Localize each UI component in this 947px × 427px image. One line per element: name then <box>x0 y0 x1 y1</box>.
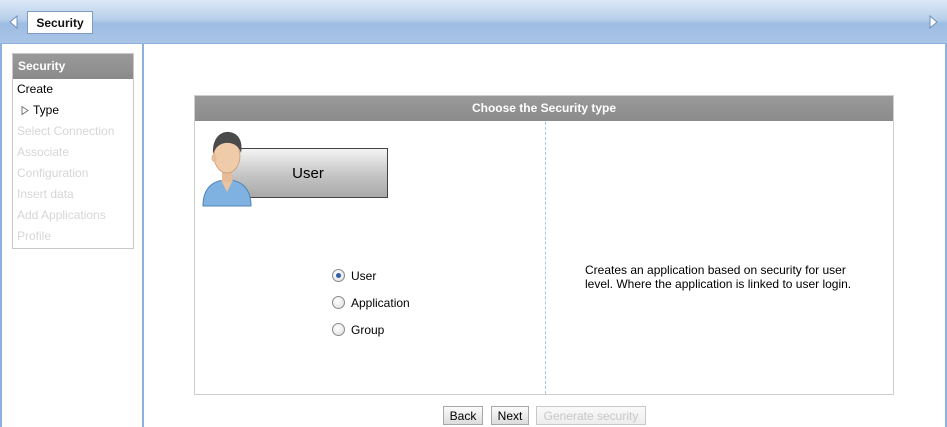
user-avatar-icon <box>202 131 252 207</box>
chevron-right-icon[interactable] <box>928 14 940 30</box>
sidebar-item-associate: Associate <box>17 145 70 159</box>
radio-label-application: Application <box>351 295 410 310</box>
radio-label-group: Group <box>351 322 385 337</box>
radio-button-checked[interactable] <box>332 269 345 282</box>
page-title: Security <box>36 15 84 30</box>
sidebar-item-insert-data: Insert data <box>17 187 74 201</box>
panel-title: Choose the Security type <box>195 96 893 121</box>
security-type-options: User Application Group <box>332 262 410 343</box>
radio-group[interactable]: Group <box>332 316 410 343</box>
sidebar-item-configuration: Configuration <box>17 166 89 180</box>
sidebar-item-select-connection: Select Connection <box>17 124 115 138</box>
radio-button[interactable] <box>332 296 345 309</box>
security-type-description: Creates an application based on security… <box>585 263 852 291</box>
sidebar-title: Security <box>13 54 133 79</box>
back-button[interactable]: Back <box>443 406 483 425</box>
radio-label-user: User <box>351 268 377 283</box>
sidebar: Security Create Type Select Connection A… <box>12 53 134 249</box>
radio-button[interactable] <box>332 323 345 336</box>
sidebar-item-create[interactable]: Create <box>13 79 133 100</box>
breadcrumb-title: Security <box>27 11 93 34</box>
generate-security-button: Generate security <box>536 406 646 425</box>
security-type-label: User <box>292 164 324 182</box>
sidebar-divider <box>142 44 144 427</box>
chevron-left-icon[interactable] <box>7 14 19 30</box>
next-button[interactable]: Next <box>491 406 529 425</box>
top-bar: Security <box>0 0 947 45</box>
sidebar-item-type[interactable]: Type <box>13 100 133 121</box>
sidebar-item-profile: Profile <box>17 229 52 243</box>
panel-divider <box>545 122 546 394</box>
radio-user[interactable]: User <box>332 262 410 289</box>
triangle-right-icon <box>21 106 29 115</box>
sidebar-item-label: Type <box>33 103 60 117</box>
sidebar-item-add-applications: Add Applications <box>17 208 106 222</box>
radio-application[interactable]: Application <box>332 289 410 316</box>
security-type-panel: Choose the Security type User User Appli… <box>194 95 894 395</box>
